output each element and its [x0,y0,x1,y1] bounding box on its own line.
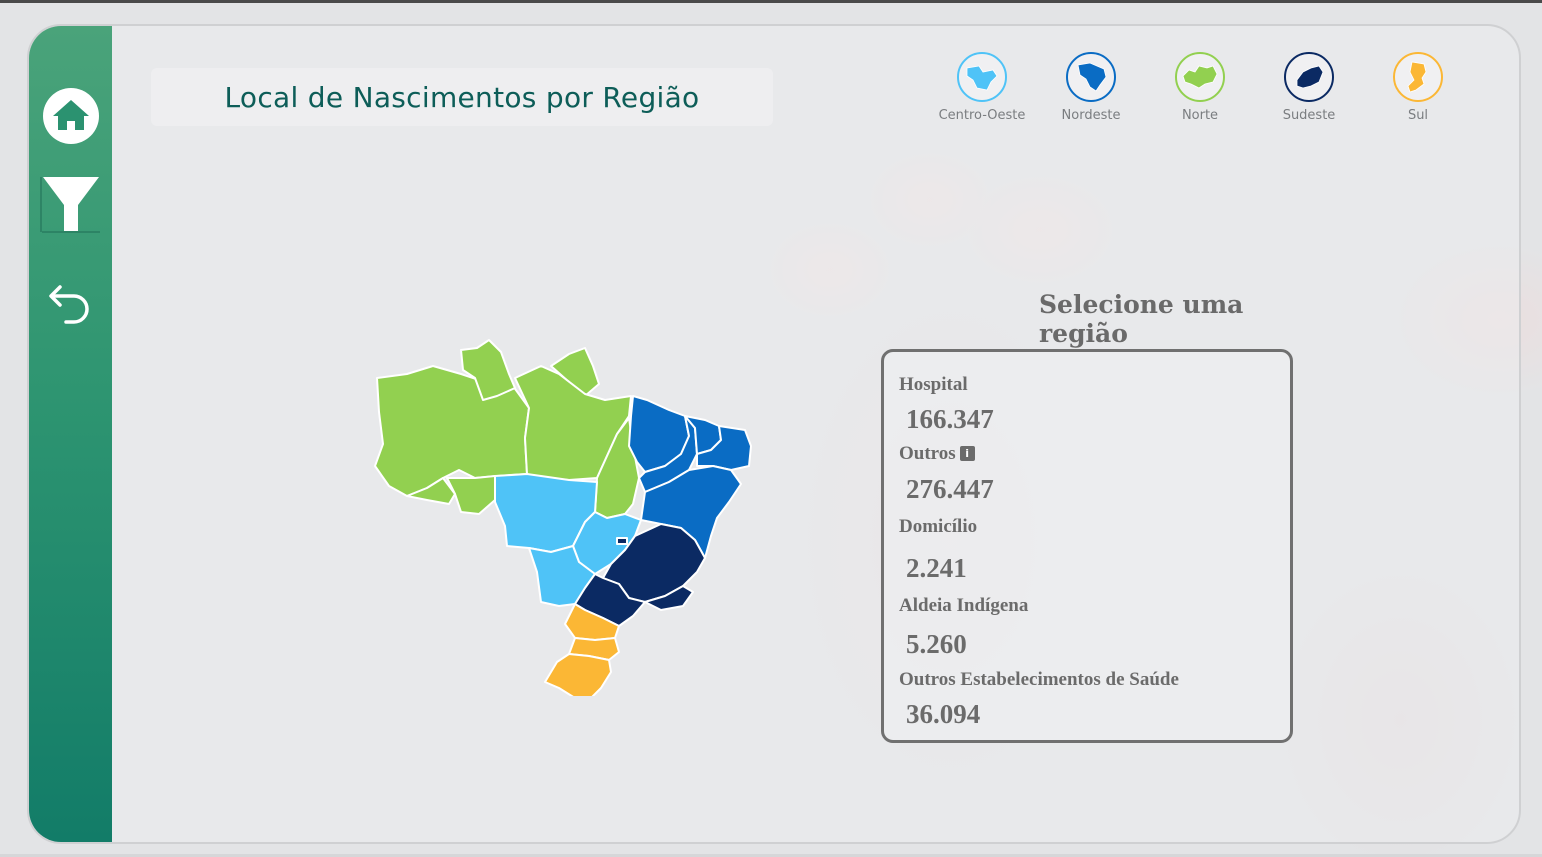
stat-value-outros-estabelecimentos: 36.094 [906,699,981,729]
stat-label-aldeia-indigena: Aldeia Indígena [899,595,1029,616]
nordeste-map-icon [1066,52,1116,102]
back-button[interactable] [39,272,103,336]
legend-label: Sul [1407,108,1429,123]
undo-arrow-icon [49,285,89,324]
filter-button[interactable] [39,172,103,236]
funnel-icon [40,177,100,233]
select-region-prompt: Selecione uma região [1039,290,1244,348]
legend-label: Nordeste [1061,108,1121,123]
stat-value-outros: 276.447 [906,474,994,504]
stats-card: Hospital 166.347 Outros i 276.447 Domicíl… [881,349,1293,743]
legend-item-sudeste[interactable]: Sudeste [1259,52,1359,123]
sul-map-icon [1393,52,1443,102]
map-state-distrito-federal[interactable] [616,537,628,545]
title-box: Local de Nascimentos por Região [151,68,773,126]
stat-value-domicilio: 2.241 [906,553,967,583]
sudeste-map-icon [1284,52,1334,102]
legend-label: Centro-Oeste [938,108,1026,123]
stat-label-domicilio: Domicílio [899,516,978,537]
home-button[interactable] [39,84,103,148]
dashboard-panel: Local de Nascimentos por Região Centro-O… [27,24,1521,844]
info-icon[interactable]: i [959,446,975,461]
legend-item-sul[interactable]: Sul [1368,52,1468,123]
map-state-rio-grande-do-sul[interactable] [544,653,612,696]
stat-label-outros-estabelecimentos: Outros Estabelecimentos de Saúde [899,669,1179,690]
legend-item-norte[interactable]: Norte [1150,52,1250,123]
legend-label: Sudeste [1282,108,1336,123]
legend-item-nordeste[interactable]: Nordeste [1041,52,1141,123]
norte-map-icon [1175,52,1225,102]
stat-value-aldeia-indigena: 5.260 [906,629,967,659]
legend-item-centro-oeste[interactable]: Centro-Oeste [932,52,1032,123]
home-icon [43,88,99,144]
legend-label: Norte [1181,108,1219,123]
stat-label-outros-wrap: Outros i [899,443,975,465]
top-border [0,0,1542,3]
stat-label-outros: Outros [899,443,956,464]
stat-value-hospital: 166.347 [906,404,994,434]
centro-oeste-map-icon [957,52,1007,102]
sidebar [29,26,112,842]
brazil-map [374,339,752,696]
stat-label-hospital: Hospital [899,374,968,395]
page-title: Local de Nascimentos por Região [224,80,700,114]
